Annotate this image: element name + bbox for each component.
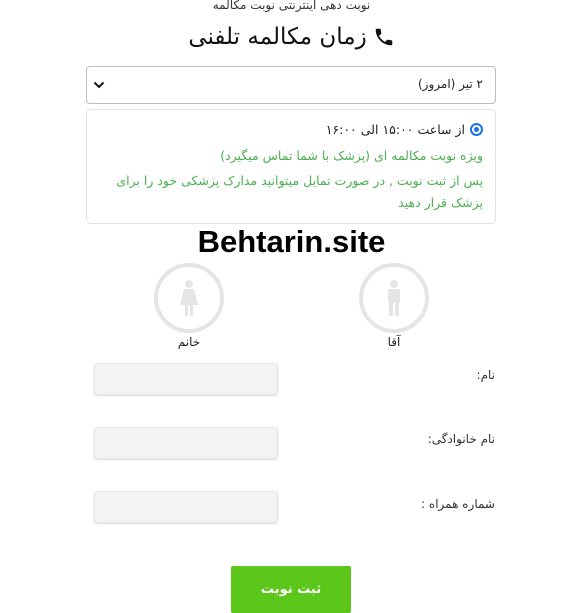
phone-icon [373,26,395,48]
watermark-text: Behtarin.site [197,224,386,259]
female-icon [180,280,198,316]
female-icon-circle[interactable] [154,263,224,333]
gender-female-label: خانم [177,335,201,349]
gender-male-label: آقا [387,335,401,349]
time-slot-card[interactable]: از ساعت ۱۵:۰۰ الی ۱۶:۰۰ ویژه نوبت مکالمه… [86,109,496,224]
first-name-label: نام: [476,368,495,382]
gender-option-female[interactable]: خانم [149,263,229,349]
first-name-field[interactable] [94,363,278,395]
page-subtitle: نوبت دهی اینترنتی نوبت مکالمه [212,0,371,12]
time-slot-description: پس از ثبت نوبت , در صورت تمایل میتوانید … [116,173,483,210]
gender-option-male[interactable]: آقا [354,263,434,349]
phone-field[interactable] [94,491,278,523]
time-slot-label: از ساعت ۱۵:۰۰ الی ۱۶:۰۰ [325,122,465,137]
page-title: زمان مکالمه تلفنی [188,24,367,50]
chevron-down-icon [93,81,105,89]
phone-label: شماره همراه : [421,497,495,511]
page-header: زمان مکالمه تلفنی [0,24,583,50]
male-icon-circle[interactable] [359,263,429,333]
last-name-label: نام خانوادگی: [427,432,495,446]
date-select[interactable]: ۲ تیر (امروز) [86,66,496,104]
submit-button[interactable]: ثبت نوبت [231,566,351,613]
time-slot-note: ویژه نوبت مکالمه ای (پزشک با شما تماس می… [220,148,483,163]
time-slot-option[interactable]: از ساعت ۱۵:۰۰ الی ۱۶:۰۰ [326,122,483,137]
last-name-field[interactable] [94,427,278,459]
time-slot-radio[interactable] [470,123,483,136]
male-icon [388,280,400,316]
date-select-value: ۲ تیر (امروز) [418,77,483,91]
